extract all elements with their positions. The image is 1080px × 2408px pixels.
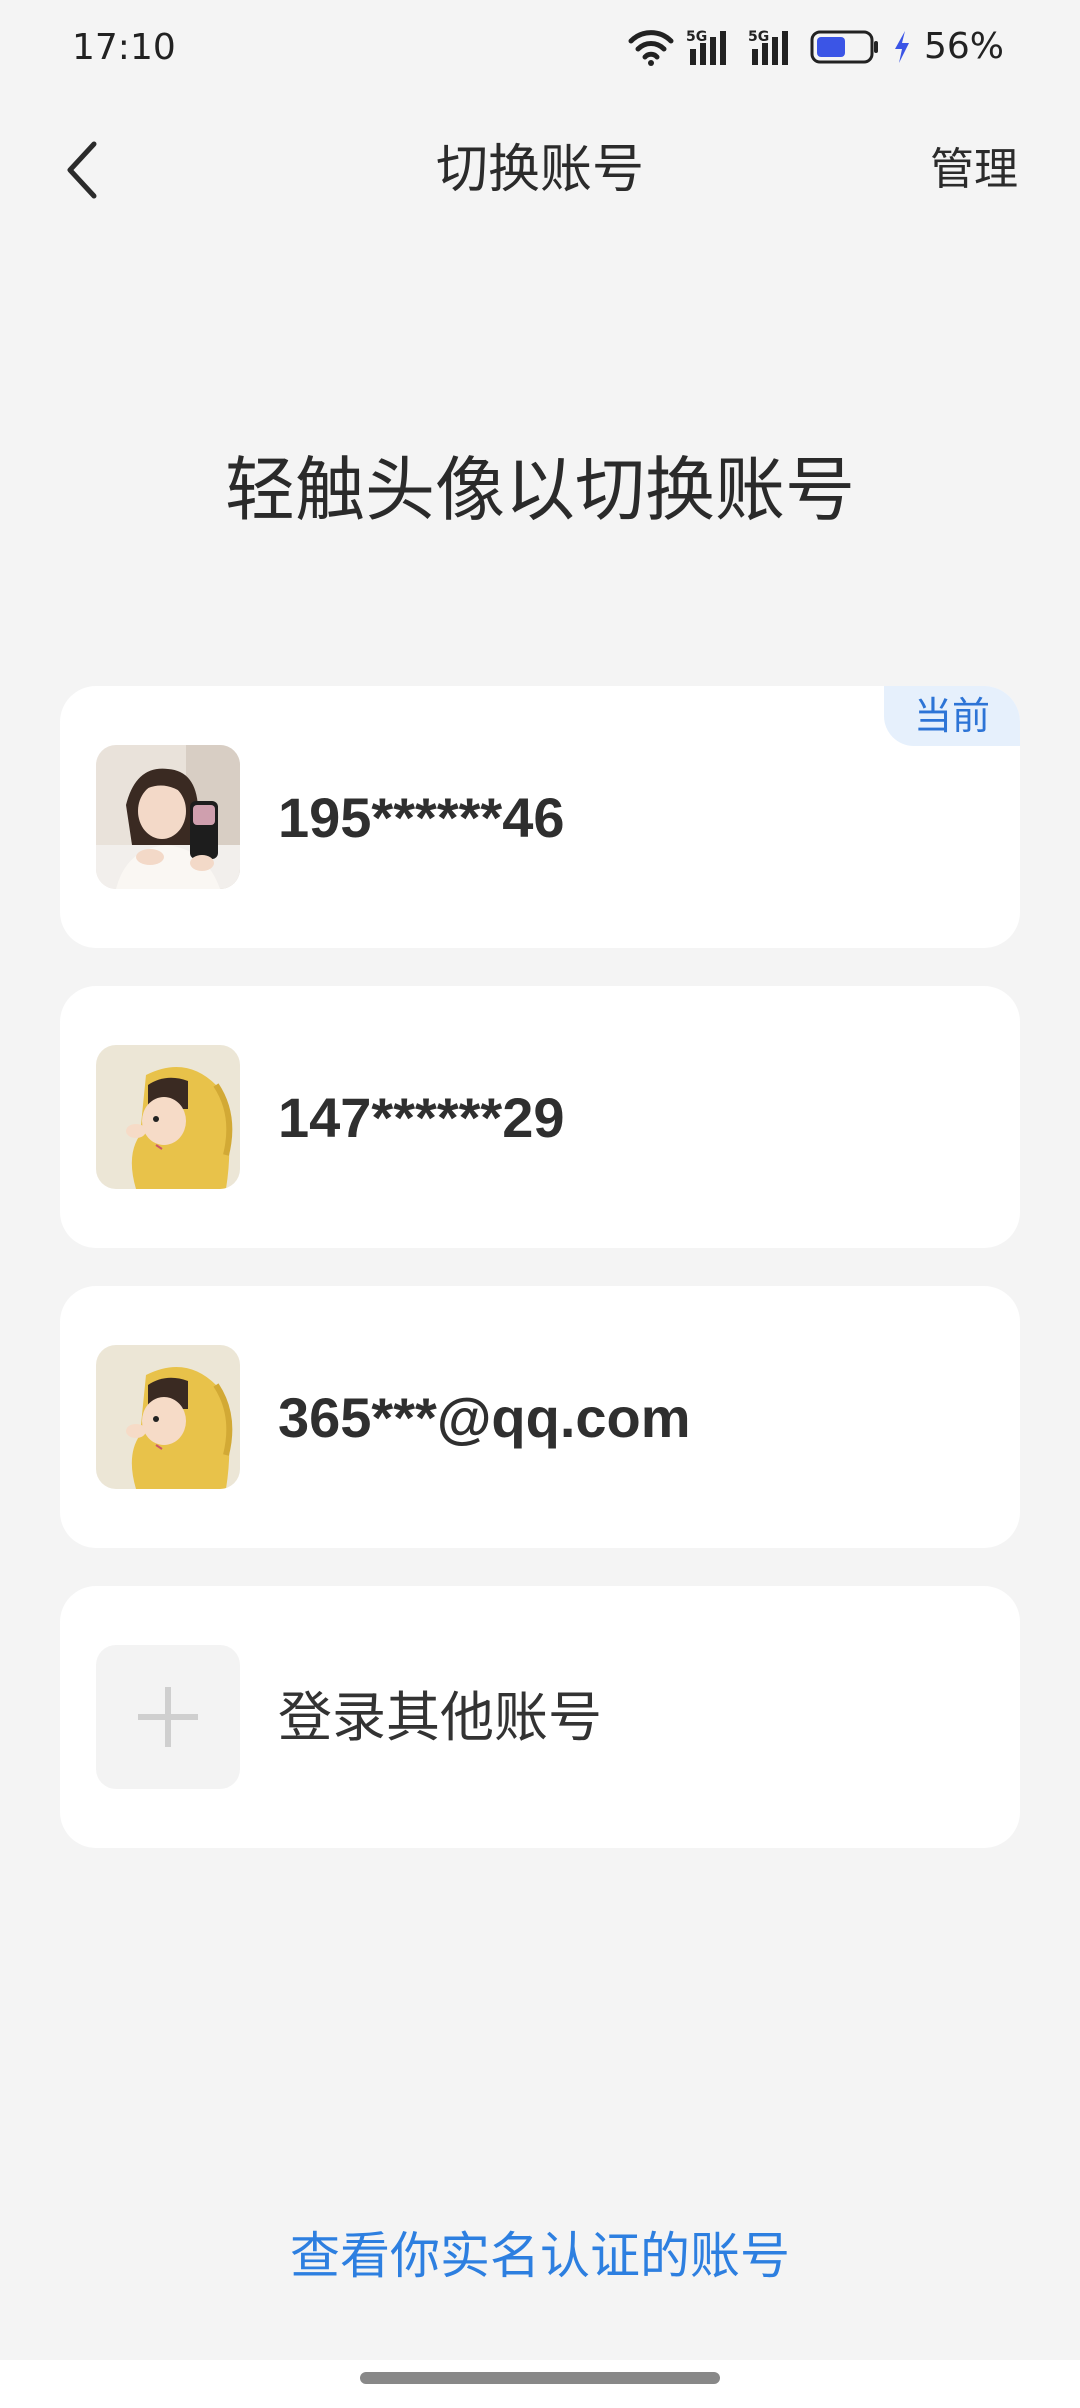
plus-icon[interactable]: [96, 1645, 240, 1789]
yellow-hood-boy-avatar[interactable]: [96, 1345, 240, 1489]
account-card[interactable]: 365***@qq.com: [60, 1286, 1020, 1548]
account-name: 195******46: [278, 786, 565, 849]
status-bar: 17:10 5G 5G 56%: [0, 0, 1080, 96]
battery-percent: 56%: [923, 26, 1004, 67]
switch-hint: 轻触头像以切换账号: [225, 449, 855, 531]
realname-accounts-link[interactable]: 查看你实名认证的账号: [0, 2220, 1080, 2292]
wifi-icon: [628, 27, 674, 67]
status-icons: 5G 5G 56%: [628, 22, 1004, 72]
current-badge: 当前: [884, 686, 1020, 746]
header: 切换账号 管理: [0, 110, 1080, 230]
account-name: 147******29: [278, 1086, 565, 1149]
account-card[interactable]: 147******29: [60, 986, 1020, 1248]
girl-photo-avatar[interactable]: [96, 745, 240, 889]
navigation-bar: [0, 2360, 1080, 2408]
yellow-hood-boy-avatar[interactable]: [96, 1045, 240, 1189]
add-account-card[interactable]: 登录其他账号: [60, 1586, 1020, 1848]
home-indicator[interactable]: [360, 2372, 720, 2384]
status-time: 17:10: [72, 27, 176, 68]
charging-icon: [892, 29, 912, 65]
signal-5g-icon: 5G: [686, 27, 736, 67]
account-list: 195******46 当前 147******29 365***@qq.com…: [60, 686, 1020, 1886]
svg-text:5G: 5G: [748, 29, 769, 45]
page-title: 切换账号: [435, 140, 644, 200]
signal-5g-icon: 5G: [748, 27, 798, 67]
add-account-label: 登录其他账号: [278, 1686, 602, 1749]
battery-icon: [810, 29, 880, 65]
svg-text:5G: 5G: [686, 29, 707, 45]
account-name: 365***@qq.com: [278, 1386, 691, 1449]
account-switch-screen: 17:10 5G 5G 56% 切换账号 管理 轻触头像以切换账号 195***…: [0, 0, 1080, 2408]
manage-button[interactable]: 管理: [930, 138, 1018, 202]
account-card-current[interactable]: 195******46 当前: [60, 686, 1020, 948]
